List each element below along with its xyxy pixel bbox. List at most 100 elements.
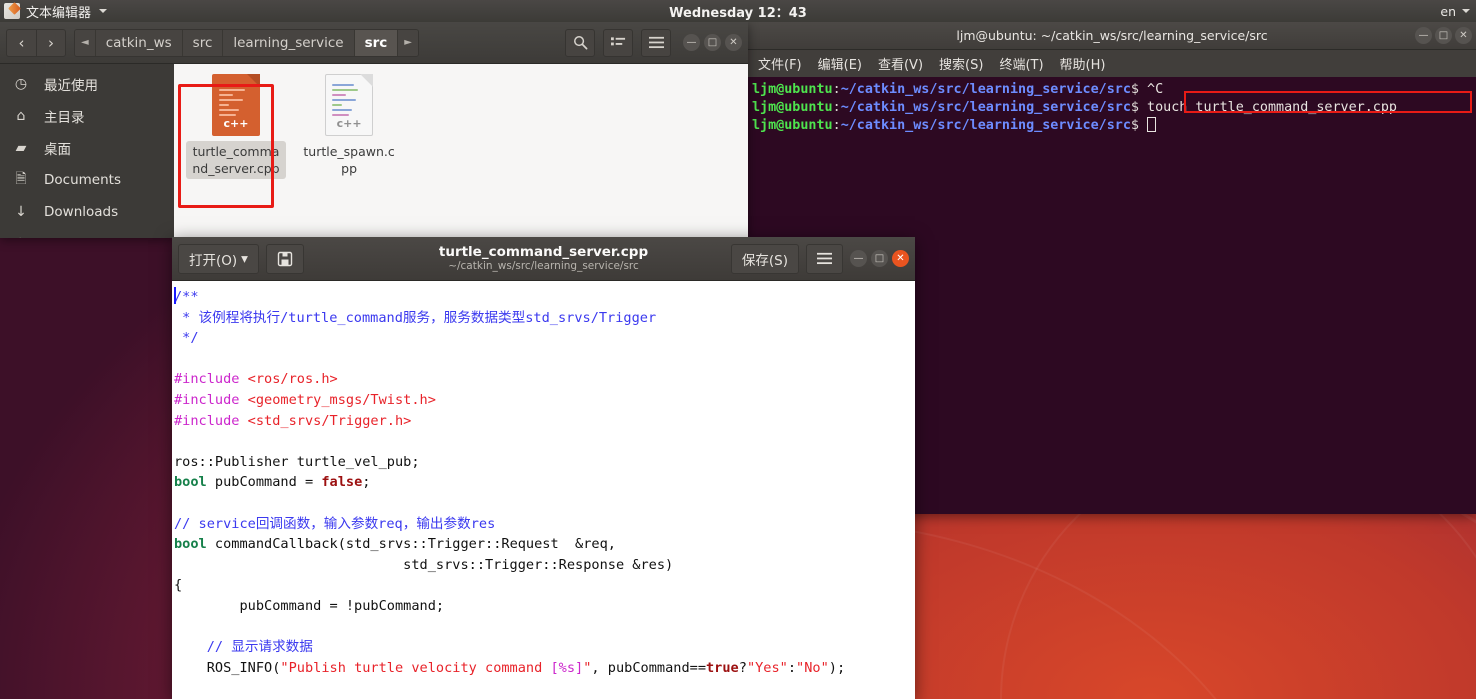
breadcrumb-item-catkin-ws[interactable]: catkin_ws <box>95 29 183 56</box>
close-button[interactable]: ✕ <box>725 34 742 51</box>
prompt-path: ~/catkin_ws/src/learning_service/src <box>840 118 1131 133</box>
sidebar-item-recent[interactable]: ◷ 最近使用 <box>0 68 174 100</box>
text-editor-header: 打开(O) ▾ turtle_command_server.cpp ~/catk… <box>172 237 915 281</box>
prompt-colon: : <box>832 118 841 133</box>
code-editor-area[interactable]: /** * 该例程将执行/turtle_command服务，服务数据类型std_… <box>172 281 915 699</box>
maximize-button[interactable]: □ <box>704 34 721 51</box>
terminal-line: ljm@ubuntu:~/catkin_ws/src/learning_serv… <box>752 117 1476 135</box>
text-editor-header-right: 保存(S) — □ ✕ <box>730 243 909 274</box>
menu-view[interactable]: 查看(V) <box>878 54 923 73</box>
sidebar-item-downloads[interactable]: ↓ Downloads <box>0 196 174 228</box>
forward-button[interactable]: › <box>36 28 66 57</box>
prompt-sigil: $ <box>1130 82 1139 97</box>
app-menu[interactable]: 文本编辑器 <box>0 2 108 21</box>
breadcrumb-item-src[interactable]: src <box>182 29 224 56</box>
code-line: bool pubCommand = false; <box>173 472 915 493</box>
chevron-down-icon <box>1462 9 1470 13</box>
prompt-user: ljm@ubuntu <box>752 118 833 133</box>
code-token: pubCommand = !pubCommand; <box>174 597 445 614</box>
sidebar-item-documents[interactable]: 🗎 Documents <box>0 164 174 196</box>
code-line: ROS_INFO("Publish turtle velocity comman… <box>173 658 915 679</box>
code-line: // 显示请求数据 <box>173 637 915 658</box>
hamburger-menu-icon[interactable] <box>641 28 671 57</box>
terminal-line: ljm@ubuntu:~/catkin_ws/src/learning_serv… <box>752 81 1476 99</box>
minimize-button[interactable]: — <box>683 34 700 51</box>
clock-icon: ◷ <box>14 76 28 92</box>
save-as-icon[interactable] <box>265 243 304 274</box>
code-token: #include <box>174 412 248 429</box>
code-line: * 该例程将执行/turtle_command服务，服务数据类型std_srvs… <box>173 308 915 329</box>
music-icon: ♫ <box>12 236 30 238</box>
file-item-turtle-command-server[interactable]: c++ turtle_command_server.cpp <box>186 74 286 179</box>
terminal-line-text: ^C <box>1147 82 1164 97</box>
keyboard-layout-indicator[interactable]: en <box>1440 4 1456 19</box>
breadcrumb-prev-arrow[interactable]: ◄ <box>75 29 96 56</box>
menu-terminal[interactable]: 终端(T) <box>999 54 1043 73</box>
file-item-turtle-spawn[interactable]: c++ turtle_spawn.cpp <box>299 74 399 179</box>
open-button[interactable]: 打开(O) ▾ <box>178 243 259 274</box>
cpp-file-icon: c++ <box>325 74 374 136</box>
file-manager-window: ‹ › ◄ catkin_ws src learning_service src… <box>0 22 748 238</box>
document-icon: 🗎 <box>15 171 27 187</box>
code-token: , pubCommand== <box>591 659 706 676</box>
clock[interactable]: Wednesday 12：43 <box>0 2 1476 21</box>
back-button[interactable]: ‹ <box>6 28 36 57</box>
code-line: // service回调函数，输入参数req，输出参数res <box>173 514 915 535</box>
menu-help[interactable]: 帮助(H) <box>1060 54 1106 73</box>
list-view-icon[interactable] <box>603 28 633 57</box>
code-token: "No" <box>796 659 829 676</box>
file-manager-body: ◷ 最近使用 ⌂ 主目录 ▰ 桌面 🗎 Documents ↓ Downloads ♫ Mu… <box>0 64 748 238</box>
menu-search[interactable]: 搜索(S) <box>939 54 983 73</box>
code-token: // 显示请求数据 <box>174 639 313 656</box>
nav-buttons: ‹ › <box>6 28 66 57</box>
maximize-button[interactable]: □ <box>871 250 888 267</box>
file-name: turtle_command_server.cpp <box>186 141 286 179</box>
breadcrumb-item-learning-service[interactable]: learning_service <box>223 29 355 56</box>
text-editor-window: 打开(O) ▾ turtle_command_server.cpp ~/catk… <box>172 237 915 699</box>
sidebar-item-music[interactable]: ♫ Music <box>0 228 174 238</box>
terminal-menubar: 文件(F) 编辑(E) 查看(V) 搜索(S) 终端(T) 帮助(H) <box>748 50 1476 77</box>
terminal-title: ljm@ubuntu: ~/catkin_ws/src/learning_ser… <box>956 28 1268 43</box>
menu-file[interactable]: 文件(F) <box>758 54 802 73</box>
terminal-cursor <box>1147 117 1157 132</box>
sidebar-item-desktop[interactable]: ▰ 桌面 <box>0 132 174 164</box>
breadcrumb-next-arrow[interactable]: ► <box>398 29 418 56</box>
code-token: <geometry_msgs/Twist.h> <box>247 391 436 408</box>
file-manager-window-controls: — □ ✕ <box>683 34 742 51</box>
code-token: */ <box>174 330 199 347</box>
code-line: #include <geometry_msgs/Twist.h> <box>173 390 915 411</box>
prompt-sigil: $ <box>1130 118 1139 133</box>
home-icon: ⌂ <box>16 108 26 124</box>
code-token: ; <box>362 474 371 491</box>
top-panel: 文本编辑器 Wednesday 12：43 en <box>0 0 1476 22</box>
code-line: { <box>173 575 915 596</box>
sidebar-item-home[interactable]: ⌂ 主目录 <box>0 100 174 132</box>
code-line: std_srvs::Trigger::Response &res) <box>173 555 915 576</box>
terminal-command-text: touch turtle_command_server.cpp <box>1147 100 1397 115</box>
code-token: #include <box>174 391 248 408</box>
code-token: bool <box>174 474 207 491</box>
places-sidebar: ◷ 最近使用 ⌂ 主目录 ▰ 桌面 🗎 Documents ↓ Downloads ♫ Mu… <box>0 64 174 238</box>
code-line: pubCommand = !pubCommand; <box>173 596 915 617</box>
sidebar-item-label: Documents <box>44 172 121 188</box>
code-line: ros::Publisher turtle_vel_pub; <box>173 452 915 473</box>
code-token: pubCommand = <box>206 474 322 491</box>
search-icon[interactable] <box>565 28 595 57</box>
hamburger-menu-icon[interactable] <box>806 243 843 274</box>
breadcrumb-item-src-current[interactable]: src <box>354 29 399 56</box>
minimize-button[interactable]: — <box>1415 27 1432 44</box>
save-button[interactable]: 保存(S) <box>730 243 799 274</box>
file-list-view[interactable]: c++ turtle_command_server.cpp c++ turtle… <box>174 64 748 238</box>
close-button[interactable]: ✕ <box>892 250 909 267</box>
close-button[interactable]: ✕ <box>1455 27 1472 44</box>
text-caret <box>174 287 176 304</box>
code-token: std_srvs::Trigger::Response &res) <box>174 556 674 573</box>
menu-edit[interactable]: 编辑(E) <box>818 54 862 73</box>
open-button-label: 打开(O) <box>189 252 238 269</box>
minimize-button[interactable]: — <box>850 250 867 267</box>
cpp-file-icon: c++ <box>212 74 260 136</box>
chevron-down-icon: ▾ <box>241 250 248 267</box>
maximize-button[interactable]: □ <box>1435 27 1452 44</box>
